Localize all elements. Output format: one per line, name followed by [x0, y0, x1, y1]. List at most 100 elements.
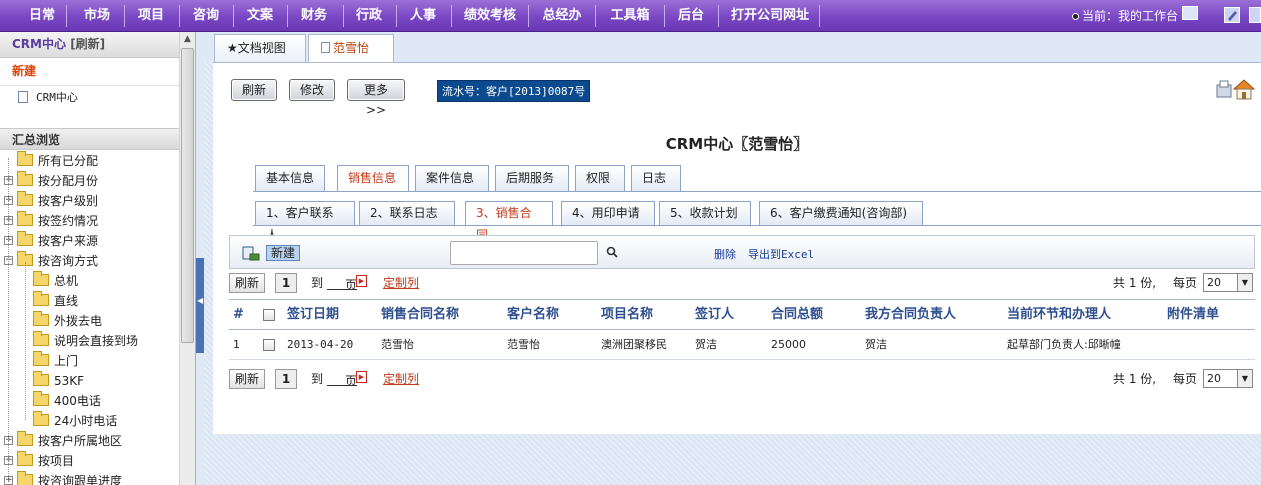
subtab-seal-request[interactable]: 4、用印申请 [561, 201, 655, 225]
sidebar-refresh-link[interactable]: [刷新] [70, 37, 105, 51]
folder-icon [33, 271, 49, 286]
edit-button[interactable]: 修改 [289, 79, 335, 101]
tab-basic-info[interactable]: 基本信息 [255, 165, 325, 191]
custom-columns-link[interactable]: 定制列 [383, 368, 419, 390]
nav-market[interactable]: 市场 [72, 0, 122, 32]
sidebar-tree-item[interactable]: 外拨去电 [0, 311, 195, 331]
sidebar-tree-label: 24小时电话 [54, 414, 118, 428]
sidebar-tree-label: 按分配月份 [38, 174, 99, 188]
nav-finance[interactable]: 财务 [290, 0, 338, 32]
more-button[interactable]: 更多>> [347, 79, 405, 117]
nav-admin[interactable]: 行政 [346, 0, 392, 32]
sidebar-tree-item[interactable]: + 按分配月份 [0, 171, 195, 191]
folder-icon [33, 391, 49, 406]
custom-columns-link[interactable]: 定制列 [383, 272, 419, 294]
edit-icon[interactable] [1224, 7, 1240, 23]
content-bottom-pattern [204, 434, 1261, 485]
pager-goto-input[interactable]: 页 [327, 274, 357, 292]
tab-permissions[interactable]: 权限 [575, 165, 625, 191]
col-client-name[interactable]: 客户名称 [507, 300, 559, 330]
subtab-client-contacts[interactable]: 1、客户联系人 [255, 201, 355, 242]
tab-sales-info[interactable]: 销售信息 [337, 165, 409, 192]
current-workspace[interactable]: 当前：我的工作台 [1072, 0, 1178, 32]
col-contract-name[interactable]: 销售合同名称 [381, 300, 459, 330]
print-icon[interactable] [1216, 80, 1232, 98]
nav-hr[interactable]: 人事 [400, 0, 446, 32]
new-button[interactable]: 新建 [266, 245, 301, 261]
nav-performance[interactable]: 绩效考核 [455, 0, 525, 32]
col-contract-total[interactable]: 合同总额 [771, 300, 823, 330]
sidebar-tree-item[interactable]: 说明会直接到场 [0, 331, 195, 351]
sidebar-tree-item[interactable]: + 按客户级别 [0, 191, 195, 211]
subtab-payment-notice[interactable]: 6、客户缴费通知(咨询部) [759, 201, 923, 225]
search-icon[interactable] [606, 246, 618, 258]
tab-after-service[interactable]: 后期服务 [495, 165, 569, 191]
sidebar-tree-item[interactable]: 上门 [0, 351, 195, 371]
export-excel-link[interactable]: 导出到Excel [748, 246, 814, 262]
sidebar-tree-item[interactable]: 所有已分配 [0, 151, 195, 171]
sidebar-tree-item[interactable]: 53KF [0, 371, 195, 391]
subtab-payment-plan[interactable]: 5、收款计划 [659, 201, 751, 225]
pager-refresh-button[interactable]: 刷新 [229, 273, 266, 293]
sidebar-tree-label: 按客户所属地区 [38, 434, 123, 448]
table-row[interactable]: 1 2013-04-20 范雪怡 范雪怡 澳洲团聚移民 贺洁 25000 贺洁 … [229, 330, 1255, 360]
tab-fan-xueyi[interactable]: 范雪怡 [308, 34, 394, 62]
nav-daily[interactable]: 日常 [18, 0, 66, 32]
col-current-step[interactable]: 当前环节和办理人 [1007, 300, 1111, 330]
subtab-sales-contract[interactable]: 3、销售合同 [465, 201, 553, 242]
col-signer[interactable]: 签订人 [695, 300, 734, 330]
tab-case-info[interactable]: 案件信息 [415, 165, 489, 191]
nav-backend[interactable]: 后台 [668, 0, 714, 32]
refresh-button[interactable]: 刷新 [231, 79, 277, 101]
sidebar-item-crm-center[interactable]: CRM中心 [0, 86, 195, 110]
sidebar-tree-item[interactable]: 直线 [0, 291, 195, 311]
sidebar-collapse-handle[interactable]: ◀ [196, 258, 204, 353]
scroll-up-icon[interactable]: ▲ [180, 32, 195, 47]
tab-document-view[interactable]: ★文档视图 [214, 34, 306, 62]
nav-open-company-site[interactable]: 打开公司网址 [722, 0, 818, 32]
sidebar-tree-item[interactable]: 24小时电话 [0, 411, 195, 431]
new-record-icon[interactable] [242, 245, 260, 261]
pager-go-icon[interactable]: ▶ [356, 371, 367, 383]
col-our-owner[interactable]: 我方合同负责人 [865, 300, 956, 330]
nav-consult[interactable]: 咨询 [183, 0, 229, 32]
sidebar-tree-item[interactable]: + 按客户所属地区 [0, 431, 195, 451]
sidebar-tree-item[interactable]: + 按咨询跟单进度 [0, 471, 195, 485]
sidebar-tree-item[interactable]: + 按项目 [0, 451, 195, 471]
cell-contract-name[interactable]: 范雪怡 [381, 330, 414, 360]
delete-link[interactable]: 删除 [714, 246, 736, 262]
folder-icon [33, 311, 49, 326]
col-project-name[interactable]: 项目名称 [601, 300, 653, 330]
sidebar-tree-item[interactable]: − 按咨询方式 [0, 251, 195, 271]
pager-goto-input[interactable]: 页 [327, 370, 357, 388]
nav-gm-office[interactable]: 总经办 [532, 0, 592, 32]
per-page-select[interactable]: 20 ▼ [1203, 273, 1253, 292]
tab-log[interactable]: 日志 [631, 165, 681, 191]
scrollbar-thumb[interactable] [181, 48, 194, 343]
sidebar-tree-item[interactable]: 总机 [0, 271, 195, 291]
search-input[interactable] [450, 241, 598, 265]
sidebar-tree-label: 说明会直接到场 [54, 334, 139, 348]
col-sign-date[interactable]: 签订日期 [287, 300, 339, 330]
current-dot-icon [1072, 13, 1079, 20]
subtab-contact-log[interactable]: 2、联系日志 [359, 201, 455, 225]
monitor-icon[interactable] [1182, 6, 1198, 20]
per-page-select[interactable]: 20 ▼ [1203, 369, 1253, 388]
sidebar-tree-item[interactable]: + 按客户来源 [0, 231, 195, 251]
nav-toolbox[interactable]: 工具箱 [600, 0, 660, 32]
tools-icon[interactable] [1249, 7, 1261, 23]
select-all-checkbox[interactable] [263, 309, 275, 321]
pager-bottom: 刷新 1 到 页 ▶ 定制列 共 1 份, 每页 20 ▼ [229, 368, 1255, 392]
cell-sign-date: 2013-04-20 [287, 338, 354, 351]
sidebar-tree-item[interactable]: 400电话 [0, 391, 195, 411]
sidebar-new-section[interactable]: 新建 [0, 58, 195, 86]
sidebar-tree-item[interactable]: + 按签约情况 [0, 211, 195, 231]
sidebar-scrollbar[interactable]: ▲ [179, 32, 195, 485]
nav-project[interactable]: 项目 [128, 0, 174, 32]
row-checkbox[interactable] [263, 339, 275, 351]
home-icon[interactable] [1232, 79, 1256, 100]
pager-refresh-button[interactable]: 刷新 [229, 369, 266, 389]
pager-go-icon[interactable]: ▶ [356, 275, 367, 287]
col-attachments[interactable]: 附件清单 [1167, 300, 1219, 330]
nav-copywriting[interactable]: 文案 [236, 0, 284, 32]
